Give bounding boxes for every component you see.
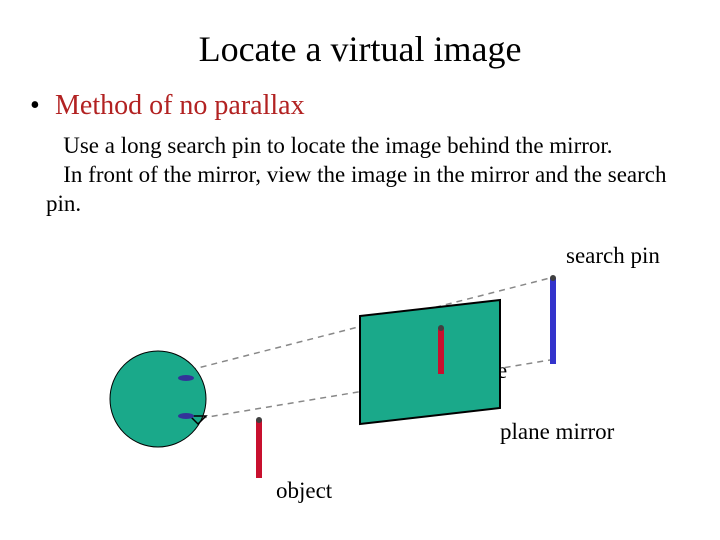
- plane-mirror: [360, 300, 500, 424]
- object-pin-head: [256, 417, 262, 423]
- observer-head: [110, 351, 206, 447]
- search-pin-head: [550, 275, 556, 281]
- image-pin-head: [438, 325, 444, 331]
- object-pin: [256, 420, 262, 478]
- observer-eye-lower: [178, 413, 194, 419]
- search-pin: [550, 278, 556, 364]
- image-pin: [438, 328, 444, 374]
- observer-eye-upper: [178, 375, 194, 381]
- optics-diagram: [0, 0, 720, 540]
